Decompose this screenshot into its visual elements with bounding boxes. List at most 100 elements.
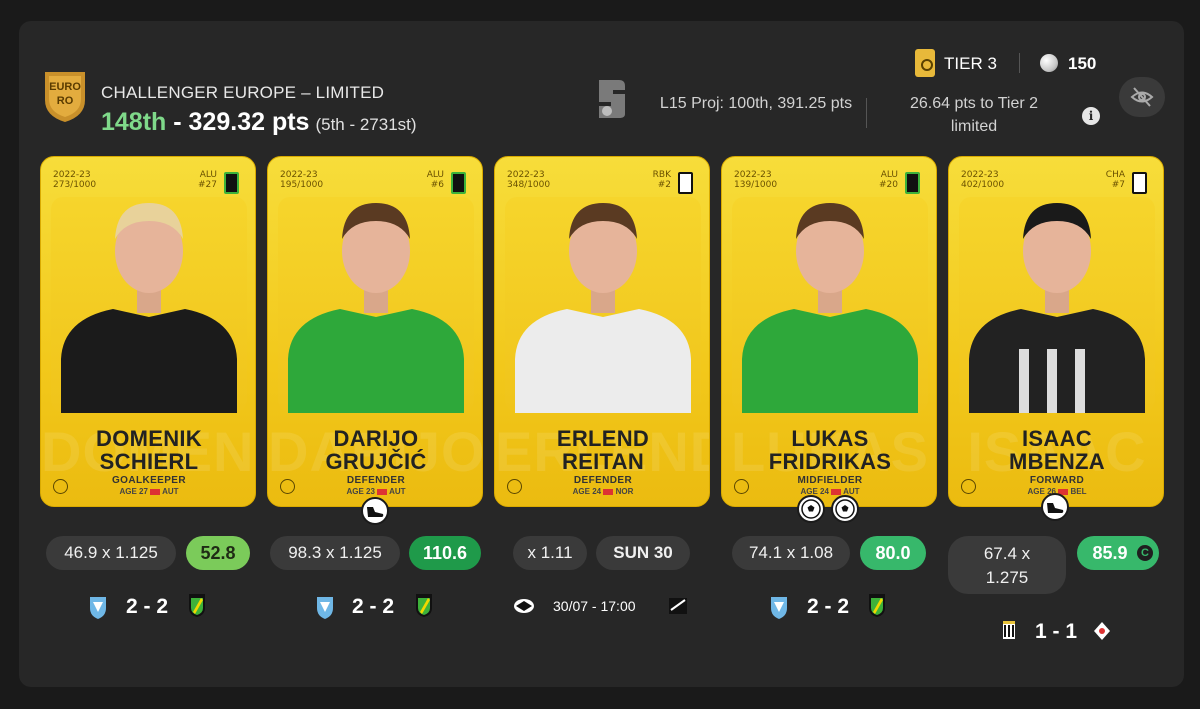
player-nation: BEL [1070, 487, 1087, 496]
player-card[interactable]: ISAAC 2022-23 402/1000 CHA #7 ISAAC MBEN… [948, 156, 1164, 507]
player-card[interactable]: DARIJO 2022-23 195/1000 ALU #6 DARIJO GR… [267, 156, 483, 507]
info-icon[interactable]: i [1082, 107, 1100, 125]
home-club-logo-icon [416, 594, 432, 617]
player-first-name: DOMENIK [96, 426, 202, 451]
points-to-next-tier: 26.64 pts to Tier 2 limited [909, 95, 1039, 135]
player-last-name: FRIDRIKAS [768, 449, 892, 474]
player-card[interactable]: LUKAS 2022-23 139/1000 ALU #20 LUKAS FRI… [721, 156, 937, 507]
tier-label: TIER 3 [944, 54, 997, 73]
flag-icon [603, 488, 614, 495]
player-position: MIDFIELDER [797, 475, 863, 486]
player-photo [288, 203, 464, 413]
score-calculation: x 1.11 [513, 536, 587, 570]
svg-text:RO: RO [57, 95, 74, 107]
player-last-name: GRUJČIĆ [325, 449, 427, 474]
eye-off-icon [1130, 87, 1154, 107]
player-name: ERLEND REITAN [495, 426, 709, 474]
player-position: DEFENDER [573, 475, 633, 486]
flag-icon [377, 488, 388, 495]
header-divider [866, 98, 867, 128]
player-position: GOALKEEPER [111, 475, 186, 486]
rank-separator: - [166, 108, 189, 136]
coin-icon [1040, 54, 1058, 72]
football-icon [280, 479, 295, 494]
score-calculation: 74.1 x 1.08 [732, 536, 850, 570]
tier-divider [1019, 53, 1020, 73]
football-icon [734, 479, 749, 494]
competition-logo: EURO RO [45, 72, 85, 122]
player-age-nation: AGE 24 AUT [722, 487, 936, 496]
football-icon [507, 479, 522, 494]
final-score: 110.6 [409, 536, 481, 570]
home-club-logo-icon [869, 594, 885, 617]
player-nation: AUT [389, 487, 406, 496]
match-score: 1 - 1 [1035, 620, 1078, 643]
sorare-logo-icon [599, 80, 625, 118]
rank-line: 148th - 329.32 pts (5th - 2731st) [101, 108, 417, 137]
score-calculation: 46.9 x 1.125 [46, 536, 176, 570]
tier-badge-icon [915, 49, 935, 77]
captain-icon: C [1137, 545, 1153, 561]
player-photo [969, 203, 1145, 413]
player-first-name: ERLEND [556, 426, 650, 451]
football-icon [961, 479, 976, 494]
projection-text: L15 Proj: 100th, 391.25 pts [659, 95, 853, 112]
player-photo [742, 203, 918, 413]
score-calculation: 67.4 x 1.275 [948, 536, 1066, 594]
player-card[interactable]: DOMENIK 2022-23 273/1000 ALU #27 DOMENIK… [40, 156, 256, 507]
hide-toggle-button[interactable] [1119, 77, 1165, 117]
home-club-logo-icon [189, 594, 205, 617]
opponent-club-logo-icon [1094, 622, 1110, 640]
goal-ball-icon [797, 495, 825, 523]
charleroi-logo-icon [1003, 621, 1015, 639]
player-nation: NOR [615, 487, 634, 496]
rosenborg-logo-icon [514, 599, 534, 613]
assist-boot-icon [1041, 493, 1069, 521]
competition-title: CHALLENGER EUROPE – LIMITED [101, 83, 385, 102]
player-age: AGE 27 [119, 487, 148, 496]
flag-icon [831, 488, 842, 495]
goal-ball-icon [831, 495, 859, 523]
player-last-name: REITAN [561, 449, 645, 474]
player-age: AGE 23 [346, 487, 375, 496]
final-score: 52.8 [186, 536, 250, 570]
opponent-club-logo-icon [90, 597, 106, 619]
player-name: DOMENIK SCHIERL [41, 426, 255, 474]
match-score: 2 - 2 [807, 595, 850, 618]
player-last-name: SCHIERL [99, 449, 199, 474]
kickoff-time: 30/07 - 17:00 [553, 598, 636, 614]
player-name: LUKAS FRIDRIKAS [722, 426, 936, 474]
points: 329.32 pts [188, 108, 310, 136]
player-last-name: MBENZA [1009, 449, 1105, 474]
player-position: FORWARD [1029, 475, 1085, 486]
match-score: 2 - 2 [352, 595, 395, 618]
score-calculation-line2: 1.275 [985, 568, 1029, 587]
rank: 148th [101, 108, 167, 136]
player-name: ISAAC MBENZA [949, 426, 1163, 474]
player-photo [61, 203, 237, 413]
player-first-name: DARIJO [333, 426, 419, 451]
player-card[interactable]: ERLEND 2022-23 348/1000 RBK #2 ERLEND RE… [494, 156, 710, 507]
player-name: DARIJO GRUJČIĆ [268, 426, 482, 474]
player-position: DEFENDER [346, 475, 406, 486]
coin-count: 150 [1068, 54, 1097, 73]
match-score: 2 - 2 [126, 595, 169, 618]
final-score-value: 85.9 [1092, 543, 1128, 563]
player-age-nation: AGE 23 AUT [268, 487, 482, 496]
opponent-club-logo-icon [317, 597, 333, 619]
football-icon [53, 479, 68, 494]
player-nation: AUT [162, 487, 179, 496]
opponent-club-logo-icon [669, 598, 687, 614]
score-calculation: 98.3 x 1.125 [270, 536, 400, 570]
player-first-name: LUKAS [791, 426, 869, 451]
player-age-nation: AGE 27 AUT [41, 487, 255, 496]
score-calculation-line1: 67.4 x [983, 544, 1031, 563]
rank-range: (5th - 2731st) [315, 115, 417, 134]
competition-logo-text: EURO [49, 81, 81, 93]
final-score: 85.9 C [1077, 536, 1159, 570]
final-score: 80.0 [860, 536, 926, 570]
player-first-name: ISAAC [1022, 426, 1092, 451]
player-photo [515, 203, 691, 413]
player-age-nation: AGE 24 NOR [495, 487, 709, 496]
opponent-club-logo-icon [771, 597, 787, 619]
